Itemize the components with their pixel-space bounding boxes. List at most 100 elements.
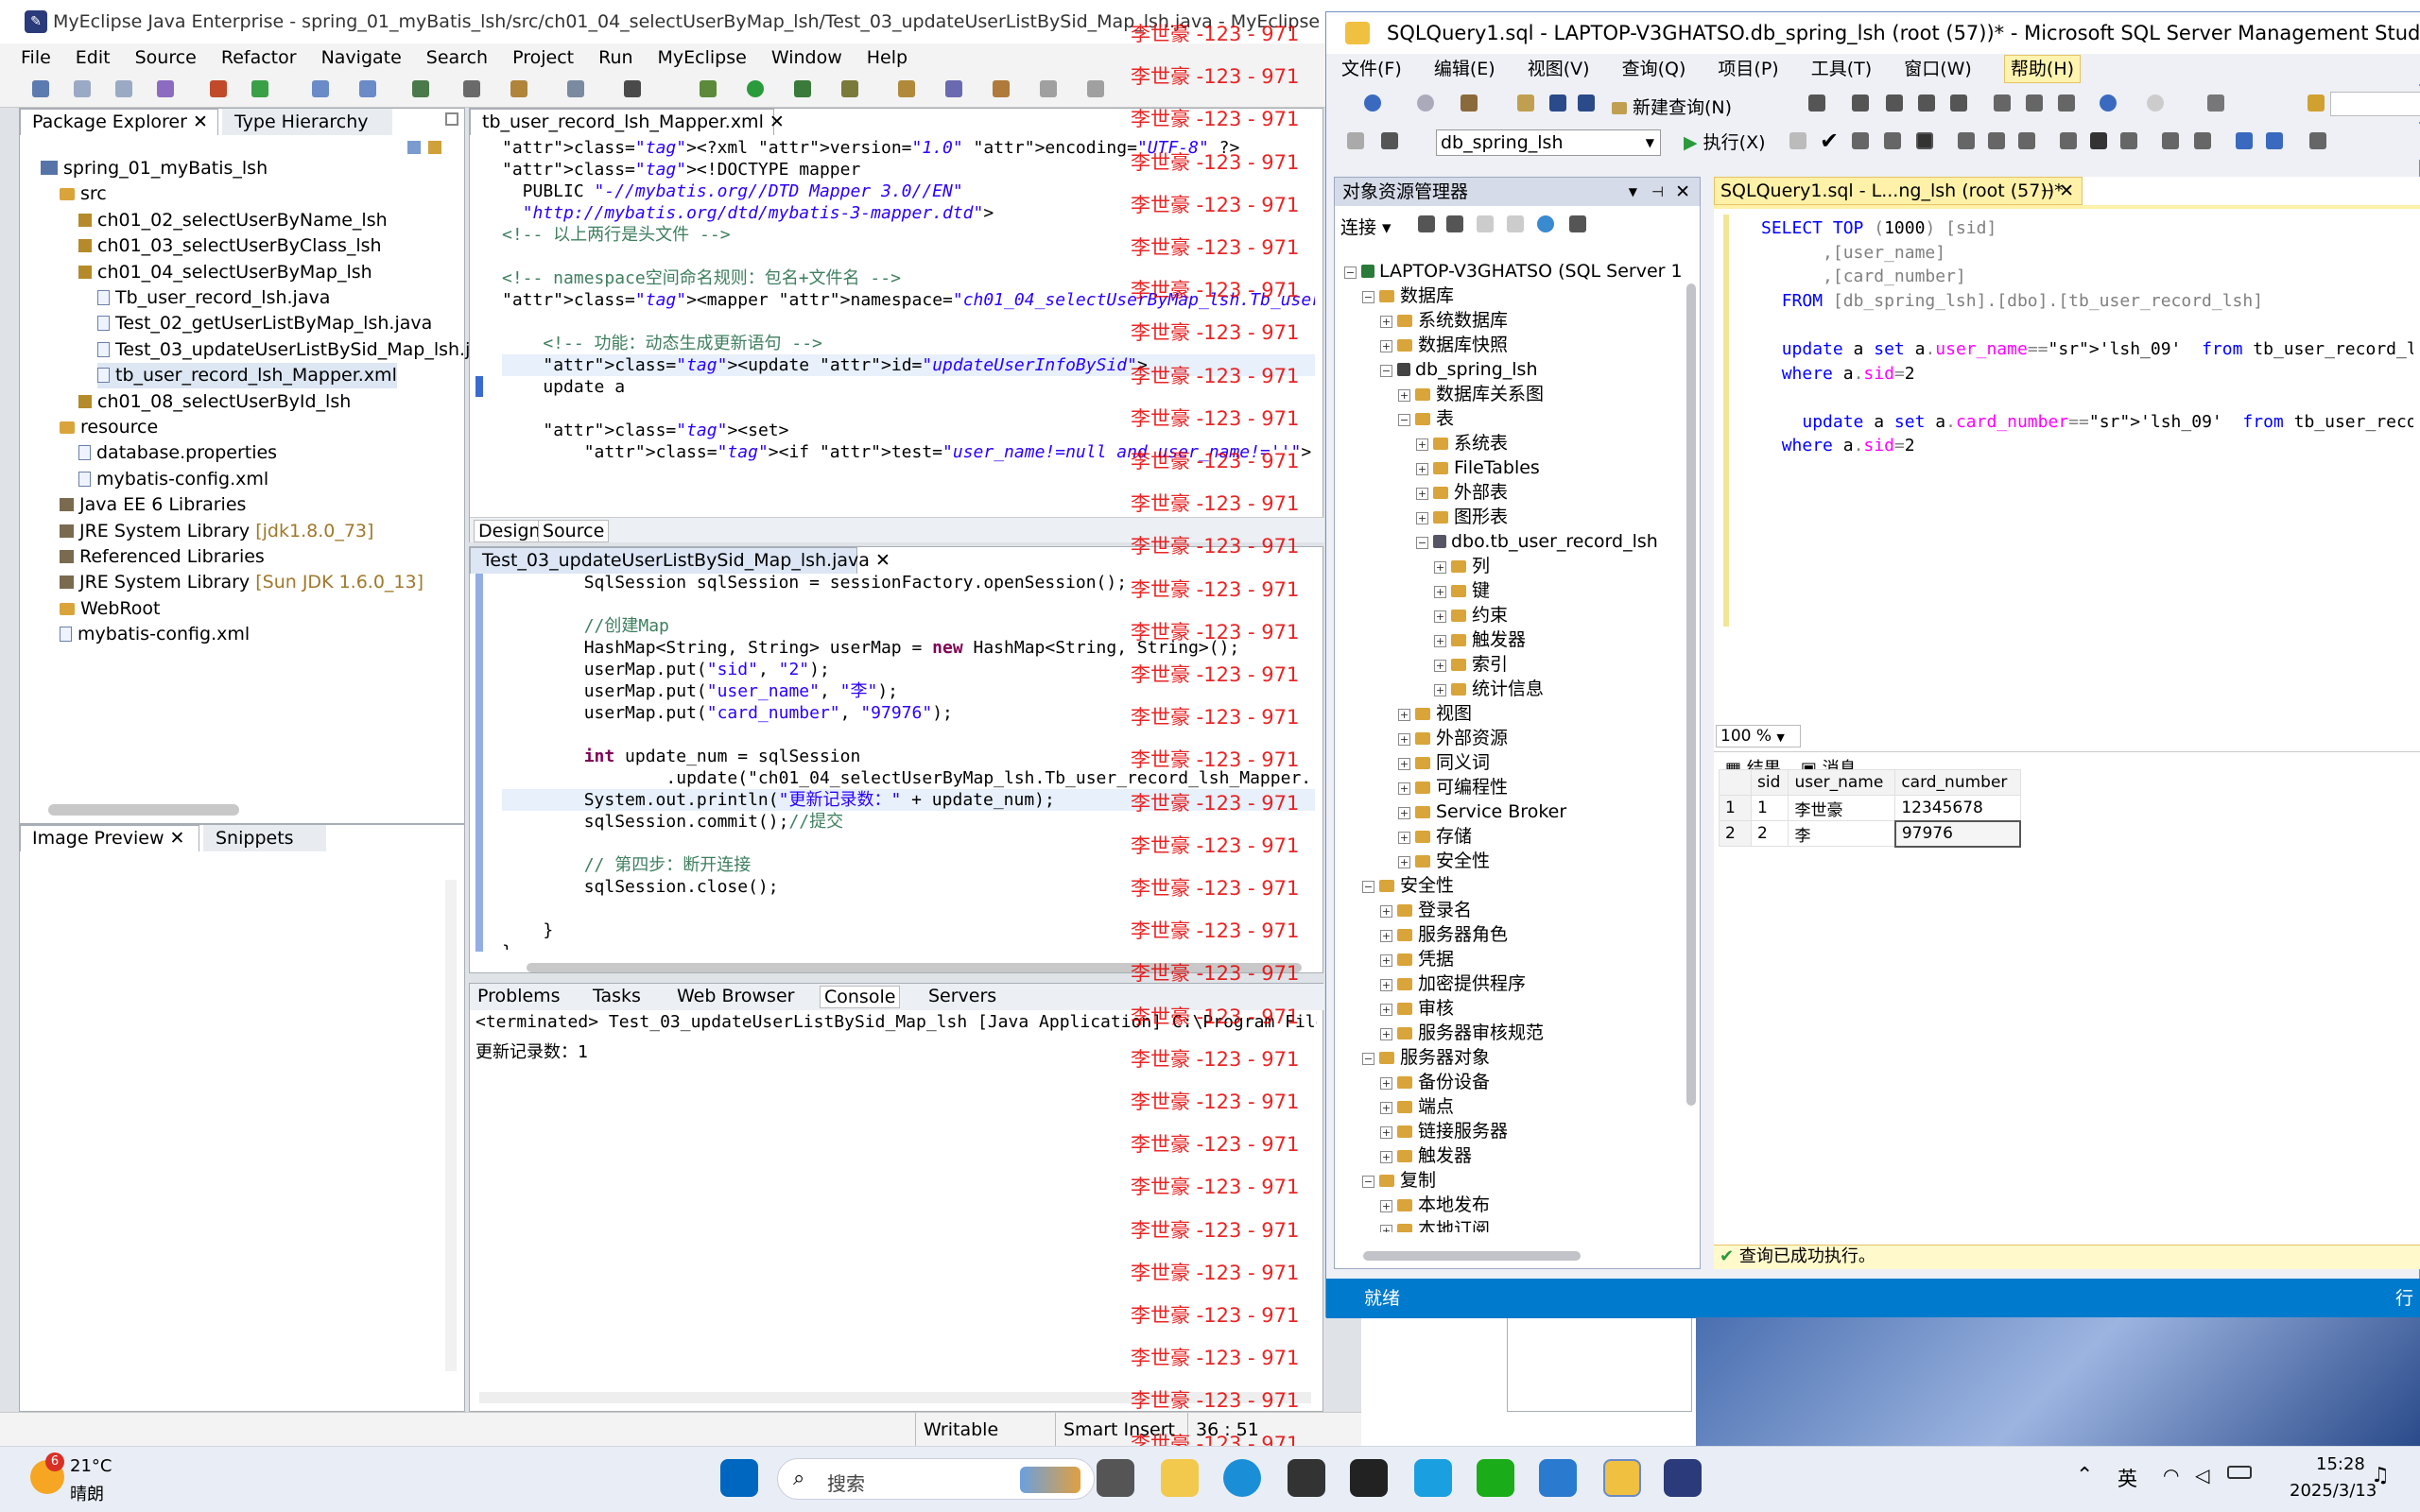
- copy-icon[interactable]: [2026, 94, 2043, 112]
- tab-problems[interactable]: Problems: [474, 986, 564, 1006]
- expand-icon[interactable]: +: [1398, 832, 1410, 844]
- expand-icon[interactable]: +: [1380, 1004, 1392, 1016]
- server-icon[interactable]: [157, 80, 174, 97]
- horizontal-scrollbar[interactable]: [48, 804, 239, 816]
- nav2-icon[interactable]: [1087, 80, 1104, 97]
- pin-icon[interactable]: [1347, 132, 1364, 149]
- menu-project[interactable]: 项目(P): [1718, 54, 1778, 84]
- search-box[interactable]: ⌕ 搜索: [777, 1458, 1095, 1500]
- oe-tree-item[interactable]: + 外部资源: [1398, 726, 1508, 750]
- oe-tree-item[interactable]: + 服务器角色: [1380, 922, 1508, 947]
- tab-tasks[interactable]: Tasks: [589, 986, 645, 1006]
- change-connection-icon[interactable]: [1381, 132, 1398, 149]
- expand-icon[interactable]: +: [1434, 586, 1446, 598]
- deploy-icon[interactable]: [210, 80, 227, 97]
- oe-tree-item[interactable]: − db_spring_lsh: [1380, 357, 1538, 382]
- oe-tree-item[interactable]: − 复制: [1362, 1168, 1436, 1193]
- results-to-icon[interactable]: [1916, 132, 1933, 149]
- layout-icon[interactable]: [2207, 94, 2224, 112]
- menu-navigate[interactable]: Navigate: [321, 43, 402, 72]
- connect-button[interactable]: 连接 ▾: [1340, 214, 1392, 239]
- oe-tree-item[interactable]: + 数据库快照: [1380, 333, 1508, 357]
- expand-icon[interactable]: +: [1434, 660, 1446, 672]
- cell-user-name[interactable]: 李世豪: [1788, 795, 1896, 821]
- oe-tree-item[interactable]: − 表: [1398, 406, 1454, 431]
- table-row[interactable]: 1 1 李世豪 12345678: [1719, 795, 2021, 821]
- tab-servers[interactable]: Servers: [925, 986, 1000, 1006]
- oe-tree-item[interactable]: + 服务器审核规范: [1380, 1021, 1544, 1045]
- menu-file[interactable]: File: [21, 43, 51, 72]
- link-editor-icon[interactable]: [428, 141, 441, 154]
- mdx-query-icon[interactable]: [1886, 94, 1903, 112]
- collapse-icon[interactable]: −: [1416, 537, 1428, 549]
- tree-item[interactable]: WebRoot: [60, 596, 160, 622]
- oe-tree-item[interactable]: − 数据库: [1362, 284, 1454, 308]
- collapse-icon[interactable]: −: [1362, 881, 1374, 893]
- collapse-icon[interactable]: −: [1362, 1176, 1374, 1188]
- open-type-icon[interactable]: [567, 80, 584, 97]
- menu-help[interactable]: Help: [867, 43, 908, 72]
- db-engine-query-icon[interactable]: [1808, 94, 1825, 112]
- menu-window[interactable]: 窗口(W): [1904, 54, 1972, 84]
- weather-temp[interactable]: 21°C: [70, 1456, 112, 1476]
- run-ext-icon[interactable]: [794, 80, 811, 97]
- oe-tree-item[interactable]: + FileTables: [1416, 455, 1540, 480]
- oe-tree-item[interactable]: + 安全性: [1398, 849, 1490, 873]
- notification-bell-icon[interactable]: ♫: [2371, 1464, 2390, 1487]
- tab-source[interactable]: Source: [538, 520, 610, 542]
- oe-tree-item[interactable]: + 图形表: [1416, 505, 1508, 529]
- expand-icon[interactable]: +: [1380, 1200, 1392, 1212]
- tomcat-icon[interactable]: [251, 80, 268, 97]
- myeclipse-taskbar-icon[interactable]: [1664, 1459, 1702, 1497]
- intellisense-icon[interactable]: [1958, 132, 1975, 149]
- database-selector[interactable]: db_spring_lsh ▼: [1436, 129, 1661, 156]
- expand-icon[interactable]: +: [1434, 684, 1446, 696]
- results-grid-icon[interactable]: [2090, 132, 2107, 149]
- expand-icon[interactable]: +: [1398, 733, 1410, 746]
- oe-tree-item[interactable]: + 备份设备: [1380, 1070, 1490, 1094]
- tree-item[interactable]: JRE System Library [Sun JDK 1.6.0_13]: [60, 570, 424, 595]
- oe-tree-item[interactable]: + 键: [1434, 578, 1490, 603]
- app-icon[interactable]: [1350, 1459, 1388, 1497]
- tree-item[interactable]: Java EE 6 Libraries: [60, 492, 246, 518]
- oe-tree-item[interactable]: + 外部表: [1416, 480, 1508, 505]
- back-icon[interactable]: [1364, 94, 1381, 112]
- stop-icon[interactable]: [1789, 132, 1806, 149]
- table-row[interactable]: 2 2 李 97976: [1719, 819, 2022, 848]
- collapse-icon[interactable]: −: [1362, 1053, 1374, 1065]
- oe-tree-item[interactable]: + 约束: [1434, 603, 1508, 627]
- vertical-scrollbar[interactable]: [445, 880, 457, 1371]
- client-stats-icon[interactable]: [2060, 132, 2077, 149]
- tree-item[interactable]: src: [60, 181, 107, 207]
- expand-icon[interactable]: +: [1380, 316, 1392, 328]
- zoom-selector[interactable]: 100 % ▼: [1716, 725, 1801, 747]
- menu-source[interactable]: Source: [135, 43, 197, 72]
- oe-tree-item[interactable]: + 数据库关系图: [1398, 382, 1544, 406]
- tree-item[interactable]: Test_02_getUserListByMap_lsh.java: [97, 311, 432, 336]
- wizard2-icon[interactable]: [359, 80, 376, 97]
- tree-item[interactable]: mybatis-config.xml: [60, 622, 250, 647]
- tab-type-hierarchy[interactable]: Type Hierarchy: [222, 109, 392, 135]
- save-all-icon[interactable]: [1578, 94, 1595, 112]
- expand-icon[interactable]: +: [1380, 340, 1392, 352]
- oe-tree-item[interactable]: + 本地订阅: [1380, 1217, 1490, 1232]
- tree-item[interactable]: mybatis-config.xml: [78, 467, 268, 492]
- uncomment-icon[interactable]: [2194, 132, 2211, 149]
- tab-design[interactable]: Design: [474, 520, 545, 542]
- debug-icon[interactable]: [624, 80, 641, 97]
- menu-edit[interactable]: 编辑(E): [1434, 54, 1495, 84]
- tree-item[interactable]: JRE System Library [jdk1.8.0_73]: [60, 519, 373, 544]
- expand-icon[interactable]: +: [1380, 979, 1392, 991]
- collapse-icon[interactable]: −: [1344, 266, 1357, 279]
- oe-tree-item[interactable]: + 审核: [1380, 996, 1454, 1021]
- disconnect-icon[interactable]: [1446, 215, 1463, 232]
- new-query-button[interactable]: 新建查询(N): [1612, 94, 1732, 118]
- oe-tree-item[interactable]: + 存储: [1398, 824, 1472, 849]
- open-file-icon[interactable]: [1517, 94, 1534, 112]
- tree-item[interactable]: resource: [60, 415, 158, 440]
- store-icon[interactable]: [1288, 1459, 1325, 1497]
- query-designer-icon[interactable]: [1884, 132, 1901, 149]
- tab-console[interactable]: Console: [820, 986, 901, 1008]
- tree-item[interactable]: spring_01_myBatis_lsh: [41, 156, 268, 181]
- tree-item[interactable]: ch01_08_selectUserById_lsh: [78, 389, 351, 415]
